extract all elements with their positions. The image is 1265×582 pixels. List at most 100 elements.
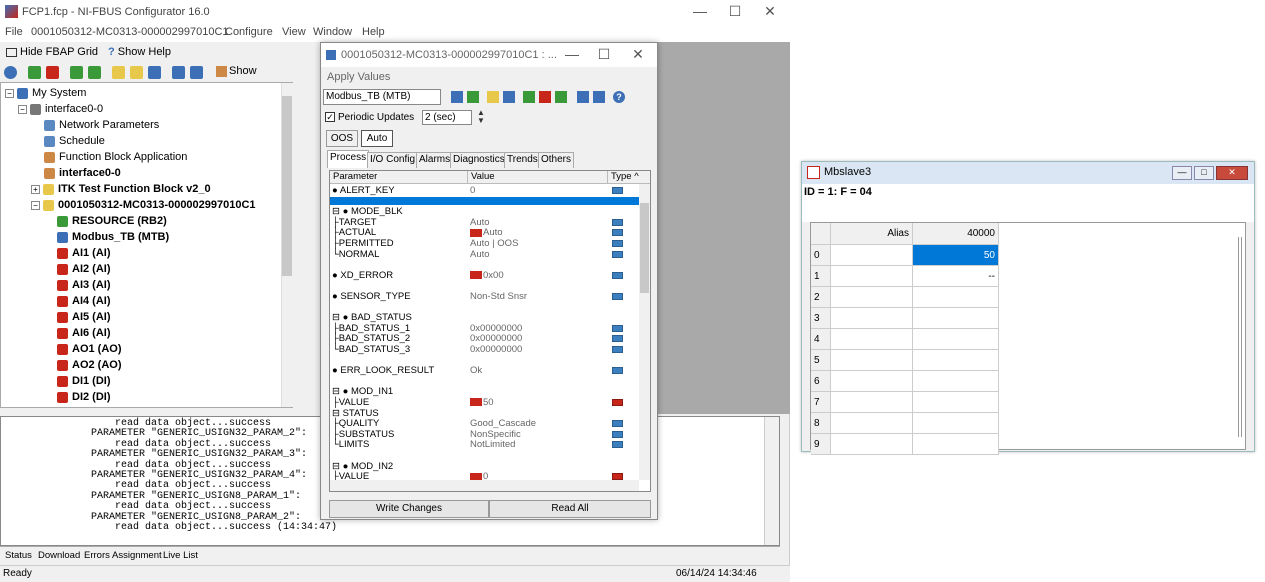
row-header[interactable]: 6 bbox=[811, 371, 831, 392]
param-scroll-thumb[interactable] bbox=[640, 203, 649, 293]
tool-icon-8[interactable] bbox=[577, 91, 589, 103]
register-value-cell[interactable] bbox=[913, 392, 999, 413]
param-name[interactable]: ● SENSOR_TYPE bbox=[332, 292, 411, 302]
tool-icon-7[interactable] bbox=[555, 91, 567, 103]
alias-cell[interactable] bbox=[831, 371, 913, 392]
param-name[interactable]: ├VALUE bbox=[332, 398, 369, 408]
param-value[interactable]: Non-Std Snsr bbox=[470, 292, 527, 302]
menu-window[interactable]: Window bbox=[313, 26, 352, 38]
param-value[interactable]: Ok bbox=[470, 366, 482, 376]
tool-icon-6[interactable] bbox=[539, 91, 551, 103]
tree-node[interactable]: AI5 (AI) bbox=[57, 309, 111, 325]
write-changes-button[interactable]: Write Changes bbox=[329, 500, 489, 518]
tree-node[interactable]: − My System bbox=[5, 85, 86, 101]
param-value[interactable]: NonSpecific bbox=[470, 429, 521, 440]
connect-icon[interactable] bbox=[4, 66, 17, 79]
tab-process[interactable]: Process bbox=[327, 150, 370, 168]
table-icon[interactable] bbox=[190, 66, 203, 79]
hide-fbap-grid-button[interactable]: Hide FBAP Grid bbox=[2, 44, 102, 60]
grid-vscrollbar[interactable] bbox=[1238, 237, 1242, 437]
alias-cell[interactable] bbox=[831, 392, 913, 413]
mbslave-minimize-button[interactable]: — bbox=[1172, 166, 1192, 180]
upload-icon[interactable] bbox=[88, 66, 101, 79]
row-header[interactable]: 0 bbox=[811, 245, 831, 266]
download-icon[interactable] bbox=[70, 66, 83, 79]
row-header[interactable]: 2 bbox=[811, 287, 831, 308]
param-value[interactable]: Auto bbox=[470, 217, 490, 228]
menu-file[interactable]: File bbox=[5, 26, 23, 38]
tool-icon-4[interactable] bbox=[503, 91, 515, 103]
alias-cell[interactable] bbox=[831, 287, 913, 308]
menu-configure[interactable]: Configure bbox=[225, 26, 273, 38]
selected-row-highlight[interactable] bbox=[330, 197, 642, 205]
tree-node[interactable]: RESOURCE (RB2) bbox=[57, 213, 167, 229]
close-button[interactable]: ✕ bbox=[750, 3, 790, 20]
tree-node[interactable]: Schedule bbox=[44, 133, 105, 149]
tree-node[interactable]: Network Parameters bbox=[44, 117, 159, 133]
alias-cell[interactable] bbox=[831, 413, 913, 434]
register-value-cell[interactable] bbox=[913, 329, 999, 350]
param-value[interactable]: 0x00000000 bbox=[470, 334, 522, 344]
tree-node[interactable]: AO2 (AO) bbox=[57, 357, 122, 373]
tree-node[interactable]: AI1 (AI) bbox=[57, 245, 111, 261]
register-value-cell[interactable] bbox=[913, 371, 999, 392]
dialog-minimize-button[interactable]: — bbox=[557, 46, 587, 62]
tree-node[interactable]: AI4 (AI) bbox=[57, 293, 111, 309]
tree-node[interactable]: − 0001050312-MC0313-000002997010C1 bbox=[31, 197, 256, 213]
block-icon[interactable] bbox=[46, 66, 59, 79]
tree-node[interactable]: AI6 (AI) bbox=[57, 325, 111, 341]
alias-cell[interactable] bbox=[831, 350, 913, 371]
row-header[interactable]: 8 bbox=[811, 413, 831, 434]
param-name[interactable]: ● ALERT_KEY bbox=[332, 186, 395, 196]
register-value-cell[interactable] bbox=[913, 350, 999, 371]
tool-icon-1[interactable] bbox=[451, 91, 463, 103]
param-value[interactable]: Auto | OOS bbox=[470, 239, 518, 249]
expand-toggle-icon[interactable]: − bbox=[31, 200, 40, 210]
tool-icon-2[interactable] bbox=[467, 91, 479, 103]
minimize-button[interactable]: — bbox=[680, 3, 720, 19]
tree-node[interactable]: AI2 (AI) bbox=[57, 261, 111, 277]
param-value[interactable]: NotLimited bbox=[470, 440, 515, 450]
row-header[interactable]: 7 bbox=[811, 392, 831, 413]
system-tree[interactable]: − My System − interface0-0 Network Parameter… bbox=[0, 82, 293, 408]
alias-cell[interactable] bbox=[831, 245, 913, 266]
mode-oos-button[interactable]: OOS bbox=[326, 130, 358, 147]
param-name[interactable]: └LIMITS bbox=[332, 440, 369, 450]
block-select[interactable]: Modbus_TB (MTB) bbox=[323, 89, 441, 105]
log-scrollbar[interactable] bbox=[764, 417, 779, 545]
menu-help[interactable]: Help bbox=[362, 26, 385, 38]
expand-toggle-icon[interactable]: + bbox=[31, 184, 40, 194]
row-header[interactable]: 5 bbox=[811, 350, 831, 371]
alias-cell[interactable] bbox=[831, 266, 913, 287]
log-tab-assignment[interactable]: Assignment bbox=[112, 550, 162, 561]
param-value[interactable]: 0x00000000 bbox=[470, 323, 522, 334]
param-name[interactable]: ⊟ ● BAD_STATUS bbox=[332, 313, 412, 323]
interval-spinner[interactable]: ▲ ▼ bbox=[475, 109, 487, 125]
expand-toggle-icon[interactable]: − bbox=[18, 104, 27, 114]
param-value[interactable]: Auto bbox=[470, 228, 503, 238]
interval-input[interactable]: 2 (sec) bbox=[422, 110, 472, 125]
device-icon[interactable] bbox=[28, 66, 41, 79]
alias-cell[interactable] bbox=[831, 329, 913, 350]
param-name[interactable]: ⊟ ● MODE_BLK bbox=[332, 207, 403, 217]
param-value[interactable]: Good_Cascade bbox=[470, 419, 536, 429]
tree-node[interactable]: DI1 (DI) bbox=[57, 373, 111, 389]
grid-corner[interactable] bbox=[811, 223, 831, 245]
help-icon[interactable]: ? bbox=[613, 91, 625, 103]
register-value-cell[interactable]: -- bbox=[913, 266, 999, 287]
menu-device[interactable]: 0001050312-MC0313-000002997010C1 bbox=[31, 26, 229, 38]
log-tab-status[interactable]: Status bbox=[5, 550, 32, 561]
register-value-cell[interactable] bbox=[913, 287, 999, 308]
row-header[interactable]: 4 bbox=[811, 329, 831, 350]
param-name[interactable]: ⊟ ● MOD_IN1 bbox=[332, 387, 393, 397]
maximize-button[interactable]: ☐ bbox=[715, 3, 755, 20]
row-header[interactable]: 1 bbox=[811, 266, 831, 287]
show-help-button[interactable]: ? Show Help bbox=[104, 44, 175, 60]
tool-icon-5[interactable] bbox=[523, 91, 535, 103]
param-value[interactable]: 0x00000000 bbox=[470, 345, 522, 355]
log-tab-download[interactable]: Download bbox=[38, 550, 80, 561]
param-value[interactable]: Auto bbox=[470, 249, 490, 260]
apply-values-button[interactable]: Apply Values bbox=[327, 71, 390, 83]
expand-toggle-icon[interactable]: − bbox=[5, 88, 14, 98]
log-tab-errors[interactable]: Errors bbox=[84, 550, 110, 561]
